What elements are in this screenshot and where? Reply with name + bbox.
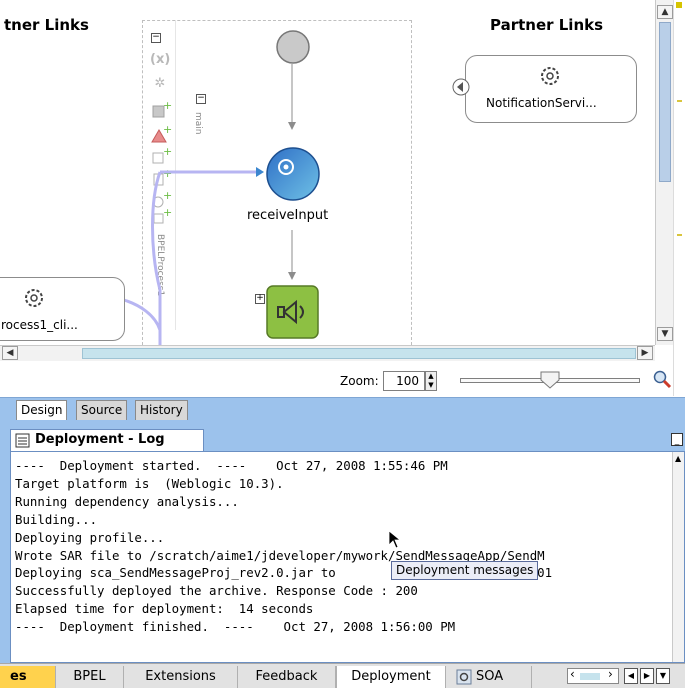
tab-scroller[interactable]: ‹ › [567,667,619,684]
log-line: Successfully deployed the archive. Respo… [15,583,418,599]
log-vertical-scrollbar[interactable]: ▲ [672,452,684,662]
overview-tick [677,234,682,236]
zoom-spinner[interactable]: ▲ ▼ [425,371,437,391]
tab-soa[interactable]: SOA [446,666,532,688]
tab-bpel[interactable]: BPEL [56,666,124,688]
log-scroll-up-icon[interactable]: ▲ [675,454,681,463]
left-partner-link-label: rocess1_cli... [1,318,78,332]
partner-gear-icon [541,67,559,85]
tab-scroll-right-icon[interactable]: › [608,667,613,681]
prev-tab-icon[interactable]: ◀ [624,668,638,684]
horizontal-scrollbar[interactable]: ◀ ▶ [0,345,655,361]
overview-marker [676,2,682,8]
tab-partial[interactable]: es [0,666,56,688]
log-line: Deploying profile... [15,529,165,545]
tab-deployment[interactable]: Deployment [336,666,446,688]
invoke-expand-icon[interactable]: + [255,294,265,304]
tooltip: Deployment messages [391,561,539,580]
partner-gear-icon [25,289,43,307]
zoom-slider-thumb[interactable] [539,370,561,390]
scroll-left-icon[interactable]: ◀ [2,346,18,360]
log-line: Running dependency analysis... [15,493,239,509]
horizontal-scroll-thumb[interactable] [82,348,636,359]
log-document-icon [15,433,30,448]
overview-tick [677,100,682,102]
zoom-toolbar: Zoom: 100 ▲ ▼ [0,361,673,397]
scroll-right-icon[interactable]: ▶ [637,346,653,360]
log-line: ---- Deployment started. ---- Oct 27, 20… [15,458,448,473]
partner-port-icon[interactable] [452,77,470,97]
vertical-scroll-thumb[interactable] [659,22,671,182]
zoom-magnifier-icon[interactable] [652,369,672,389]
deployment-log-tab[interactable]: Deployment - Log [10,429,204,451]
bpel-design-canvas[interactable]: tner Links Partner Links − (x) ✲ + + + +… [0,0,655,345]
zoom-input[interactable]: 100 [383,371,425,391]
log-tab-title: Deployment - Log [35,432,165,447]
mouse-cursor-icon [388,530,402,549]
log-window: Deployment - Log _ ---- Deployment start… [0,421,685,663]
next-tab-icon[interactable]: ▶ [640,668,654,684]
bottom-window-tabs: es BPEL Extensions Feedback Deployment S… [0,663,685,688]
tab-soa-label: SOA [476,669,504,684]
log-text: ---- Deployment started. ---- Oct 27, 20… [15,457,552,636]
tab-feedback[interactable]: Feedback [238,666,336,688]
log-line: Building... [15,511,98,527]
zoom-label: Zoom: [340,374,379,388]
log-line: ---- Deployment finished. ---- Oct 27, 2… [15,619,456,635]
tab-scroll-left-icon[interactable]: ‹ [570,667,575,681]
soa-icon [456,669,472,685]
editor-view-tabs: Design Source History [0,397,685,421]
tab-scroller-thumb [580,673,600,680]
tab-list-icon[interactable]: ▼ [656,668,670,684]
vertical-scrollbar[interactable]: ▲ ▼ [655,0,673,345]
log-line: Elapsed time for deployment: 14 seconds [15,601,314,617]
left-partner-link-card[interactable]: rocess1_cli... [0,277,125,341]
tab-source[interactable]: Source [76,400,128,420]
log-line: Target platform is (Weblogic 10.3). [15,475,284,491]
right-partner-link-card[interactable]: NotificationServi... [465,55,637,123]
invoke-activity-icon[interactable] [266,285,319,340]
right-partner-link-label: NotificationServi... [486,96,597,110]
tab-design[interactable]: Design [16,400,68,420]
receive-activity-label: receiveInput [247,208,329,223]
deployment-log-panel[interactable]: ---- Deployment started. ---- Oct 27, 20… [10,451,685,663]
overview-strip [673,0,685,396]
start-event-icon[interactable] [274,28,312,66]
minimize-icon[interactable]: _ [671,433,683,446]
receive-activity-icon[interactable] [264,145,322,203]
scroll-down-icon[interactable]: ▼ [657,327,673,341]
tab-history[interactable]: History [135,400,188,420]
tab-extensions[interactable]: Extensions [124,666,238,688]
scroll-up-icon[interactable]: ▲ [657,5,673,19]
